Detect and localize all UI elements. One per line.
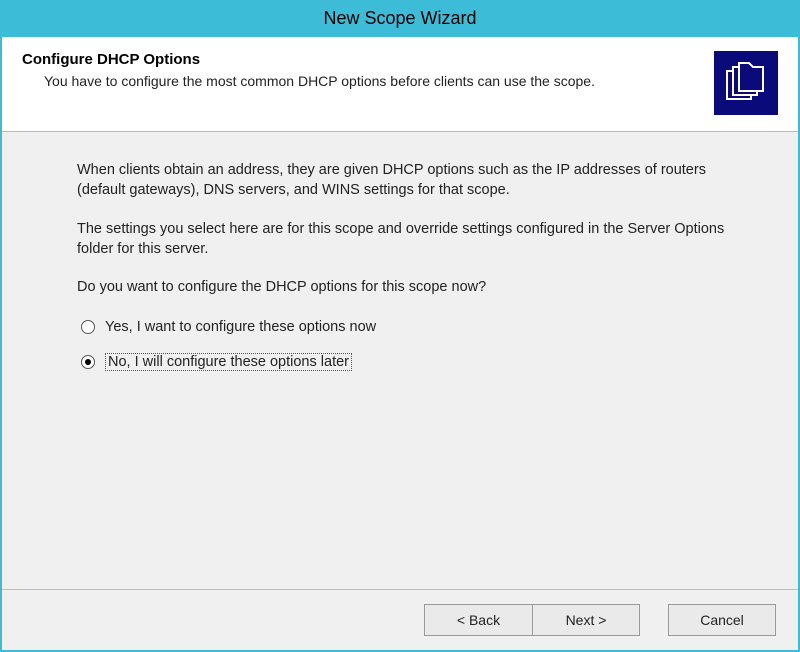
header-title: Configure DHCP Options [22,51,694,68]
radio-label-yes: Yes, I want to configure these options n… [105,319,376,335]
back-button[interactable]: < Back [424,604,532,636]
radio-label-no: No, I will configure these options later [105,353,352,371]
header-text-block: Configure DHCP Options You have to confi… [22,51,714,91]
window-title: New Scope Wizard [2,2,798,37]
header-subtitle: You have to configure the most common DH… [22,72,694,91]
folder-icon [714,51,778,115]
wizard-header: Configure DHCP Options You have to confi… [2,37,798,132]
radio-icon-unselected [81,320,95,334]
nav-button-group: < Back Next > [424,604,640,636]
wizard-window: New Scope Wizard Configure DHCP Options … [0,0,800,652]
content-question: Do you want to configure the DHCP option… [77,277,738,297]
radio-option-no[interactable]: No, I will configure these options later [81,353,738,371]
content-paragraph-2: The settings you select here are for thi… [77,219,738,260]
wizard-content: When clients obtain an address, they are… [2,132,798,589]
cancel-button[interactable]: Cancel [668,604,776,636]
radio-icon-selected [81,355,95,369]
next-button[interactable]: Next > [532,604,640,636]
content-paragraph-1: When clients obtain an address, they are… [77,160,738,201]
radio-option-yes[interactable]: Yes, I want to configure these options n… [81,319,738,335]
wizard-button-bar: < Back Next > Cancel [2,589,798,650]
options-radio-group: Yes, I want to configure these options n… [77,319,738,371]
